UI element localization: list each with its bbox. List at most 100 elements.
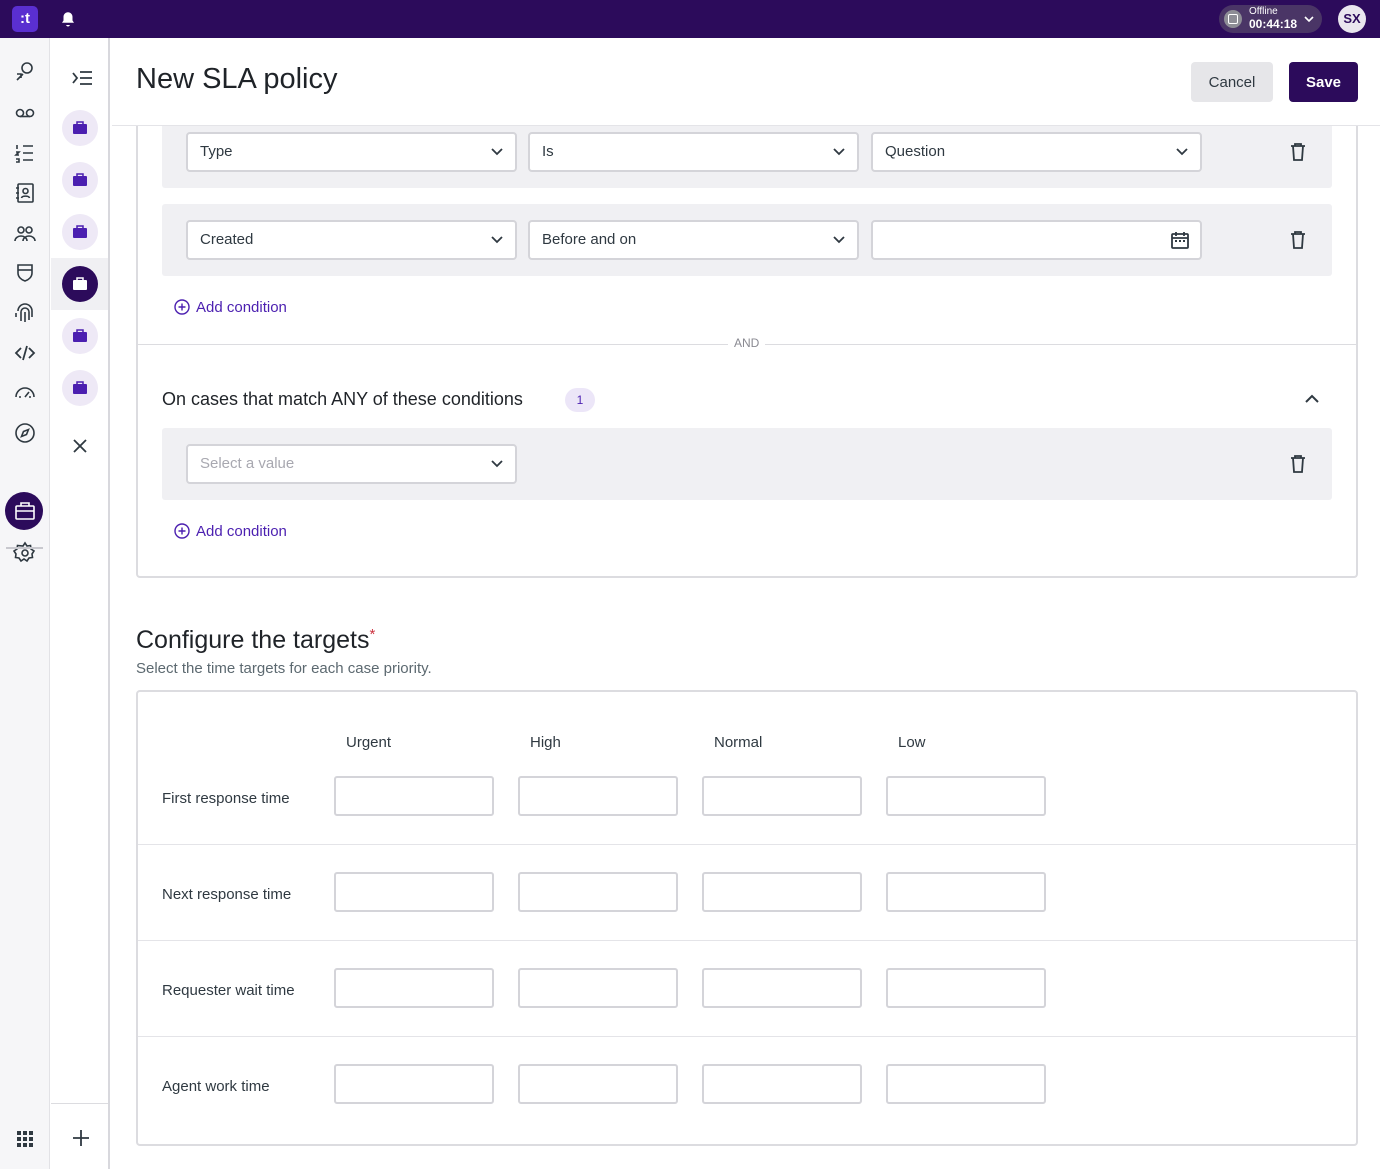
- chevron-up-icon[interactable]: [1304, 392, 1320, 406]
- targets-subtitle: Select the time targets for each case pr…: [136, 660, 432, 677]
- requester-wait-high-input[interactable]: [518, 968, 678, 1008]
- target-row-label: Requester wait time: [162, 982, 295, 999]
- briefcase-icon: [73, 173, 87, 186]
- condition-field-select[interactable]: Created: [186, 220, 517, 260]
- condition-operator-select[interactable]: Before and on: [528, 220, 859, 260]
- next-response-normal-input[interactable]: [702, 872, 862, 912]
- condition-date-input[interactable]: [871, 220, 1202, 260]
- requester-wait-urgent-input[interactable]: [334, 968, 494, 1008]
- first-response-high-input[interactable]: [518, 776, 678, 816]
- first-response-low-input[interactable]: [886, 776, 1046, 816]
- queue-list-icon[interactable]: [13, 141, 37, 165]
- condition-count-badge: 1: [565, 388, 595, 412]
- cancel-button[interactable]: Cancel: [1191, 62, 1273, 102]
- top-bar: :t Offline 00:44:18 SX: [0, 0, 1380, 38]
- trash-icon[interactable]: [1290, 231, 1306, 249]
- target-row-label: Next response time: [162, 886, 292, 903]
- trash-icon[interactable]: [1290, 455, 1306, 473]
- collapse-menu-icon[interactable]: [71, 68, 93, 88]
- nav-rail: [0, 38, 50, 1169]
- targets-card: Urgent High Normal Low First response ti…: [136, 690, 1358, 1146]
- chevron-down-icon: [1304, 16, 1314, 23]
- briefcase-icon: [73, 329, 87, 342]
- open-tabs-column: [51, 38, 110, 1169]
- condition-field-select[interactable]: Select a value: [186, 444, 517, 484]
- chevron-down-icon: [491, 236, 503, 244]
- first-response-normal-input[interactable]: [702, 776, 862, 816]
- row-divider: [138, 1036, 1356, 1037]
- contacts-icon[interactable]: [13, 181, 37, 205]
- plus-icon[interactable]: [71, 1128, 91, 1148]
- page-title: New SLA policy: [136, 63, 338, 95]
- routing-icon[interactable]: [13, 60, 37, 84]
- offline-status-icon: [1224, 10, 1242, 28]
- chevron-down-icon: [833, 236, 845, 244]
- apps-grid-icon[interactable]: [13, 1127, 37, 1151]
- agent-status-dropdown[interactable]: Offline 00:44:18: [1219, 5, 1322, 33]
- and-separator-label: AND: [728, 336, 766, 350]
- priority-header-high: High: [530, 734, 561, 751]
- dashboard-gauge-icon[interactable]: [13, 380, 37, 404]
- fingerprint-icon[interactable]: [13, 301, 37, 325]
- first-response-urgent-input[interactable]: [334, 776, 494, 816]
- calendar-icon[interactable]: [1170, 230, 1190, 250]
- condition-field-select[interactable]: Type: [186, 132, 517, 172]
- settings-icon[interactable]: [13, 541, 37, 565]
- chevron-down-icon: [833, 148, 845, 156]
- add-condition-link[interactable]: Add condition: [174, 299, 287, 316]
- agent-work-low-input[interactable]: [886, 1064, 1046, 1104]
- voicemail-icon[interactable]: [13, 101, 37, 125]
- next-response-urgent-input[interactable]: [334, 872, 494, 912]
- avatar[interactable]: SX: [1338, 5, 1366, 33]
- briefcase-icon: [73, 277, 87, 290]
- tab-briefcase-3[interactable]: [62, 214, 98, 250]
- shield-icon[interactable]: [13, 261, 37, 285]
- chevron-down-icon: [491, 460, 503, 468]
- targets-title: Configure the targets*: [136, 626, 376, 654]
- conditions-card: [136, 126, 1358, 578]
- tab-briefcase-6[interactable]: [62, 370, 98, 406]
- tab-column-divider: [51, 1103, 108, 1104]
- priority-header-urgent: Urgent: [346, 734, 392, 751]
- tab-briefcase-5[interactable]: [62, 318, 98, 354]
- next-response-high-input[interactable]: [518, 872, 678, 912]
- target-row-label: Agent work time: [162, 1078, 270, 1095]
- row-divider: [138, 940, 1356, 941]
- status-timer: 00:44:18: [1249, 17, 1298, 31]
- requester-wait-normal-input[interactable]: [702, 968, 862, 1008]
- app-logo[interactable]: :t: [12, 6, 38, 32]
- bell-icon[interactable]: [59, 10, 77, 28]
- priority-header-normal: Normal: [714, 734, 763, 751]
- plus-circle-icon: [174, 523, 190, 539]
- row-divider: [138, 844, 1356, 845]
- trash-icon[interactable]: [1290, 143, 1306, 161]
- briefcase-icon[interactable]: [13, 499, 37, 523]
- briefcase-icon: [73, 225, 87, 238]
- next-response-low-input[interactable]: [886, 872, 1046, 912]
- compass-icon[interactable]: [13, 421, 37, 445]
- close-icon[interactable]: [71, 437, 89, 455]
- code-icon[interactable]: [13, 341, 37, 365]
- teams-icon[interactable]: [13, 222, 37, 246]
- main-content: Type Is Question Created Before and on A…: [112, 126, 1380, 1169]
- target-row-label: First response time: [162, 790, 290, 807]
- agent-work-normal-input[interactable]: [702, 1064, 862, 1104]
- add-condition-link[interactable]: Add condition: [174, 523, 287, 540]
- chevron-down-icon: [1176, 148, 1188, 156]
- save-button[interactable]: Save: [1289, 62, 1358, 102]
- briefcase-icon: [73, 121, 87, 134]
- agent-work-high-input[interactable]: [518, 1064, 678, 1104]
- condition-operator-select[interactable]: Is: [528, 132, 859, 172]
- required-mark: *: [369, 626, 376, 643]
- tab-briefcase-active[interactable]: [62, 266, 98, 302]
- requester-wait-low-input[interactable]: [886, 968, 1046, 1008]
- status-label: Offline: [1249, 6, 1278, 17]
- briefcase-icon: [73, 381, 87, 394]
- priority-header-low: Low: [898, 734, 926, 751]
- tab-briefcase-1[interactable]: [62, 110, 98, 146]
- tab-briefcase-2[interactable]: [62, 162, 98, 198]
- agent-work-urgent-input[interactable]: [334, 1064, 494, 1104]
- chevron-down-icon: [491, 148, 503, 156]
- condition-value-select[interactable]: Question: [871, 132, 1202, 172]
- any-conditions-title: On cases that match ANY of these conditi…: [162, 389, 523, 409]
